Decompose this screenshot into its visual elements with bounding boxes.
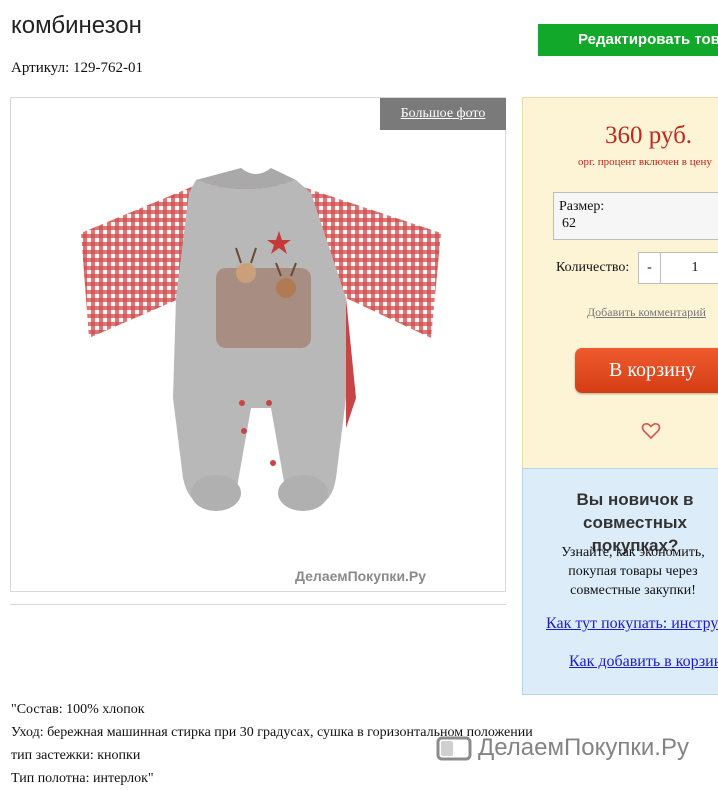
heart-icon[interactable] [641, 421, 661, 441]
sku-text: Артикул: 129-762-01 [11, 60, 144, 76]
watermark-text: ДелаемПокупки.Ру [478, 734, 689, 761]
description-line: "Состав: 100% хлопок [11, 702, 145, 717]
description-line: Тип полотна: интерлок" [11, 771, 154, 786]
romper-image [81, 168, 441, 511]
edit-product-button[interactable]: Редактировать товар [538, 24, 718, 56]
size-label: Размер: [559, 199, 605, 214]
footer-watermark: ДелаемПокупки.Ру [436, 733, 689, 763]
info-text: Узнайте, как экономить, покупая товары ч… [561, 545, 705, 598]
wallet-icon [436, 736, 472, 761]
product-photo[interactable] [10, 97, 506, 592]
photo-divider [10, 604, 506, 605]
size-value: 62 [562, 216, 576, 231]
price: 360 руб. [605, 122, 693, 149]
quantity-input[interactable]: 1 [660, 252, 718, 284]
big-photo-button[interactable]: Большое фото [380, 98, 506, 130]
add-comment-link[interactable]: Добавить комментарий [587, 305, 706, 320]
how-to-add-to-cart-link[interactable]: Как добавить в корзину [569, 653, 718, 671]
quantity-label: Количество: [556, 260, 630, 275]
product-title: комбинезон [11, 12, 142, 39]
photo-watermark: ДелаемПокупки.Ру [295, 568, 427, 584]
add-to-cart-button[interactable]: В корзину [575, 348, 718, 393]
quantity-decrease-button[interactable]: - [638, 252, 661, 284]
how-to-buy-link[interactable]: Как тут покупать: инструкция [546, 615, 718, 633]
price-note: орг. процент включен в цену [578, 156, 712, 168]
